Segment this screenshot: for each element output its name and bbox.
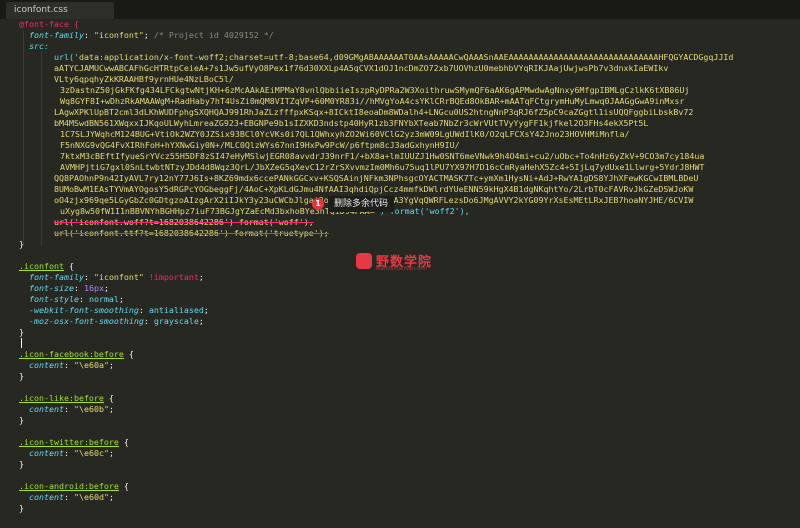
watermark-sub: MaiYouXueYuan.com bbox=[376, 266, 428, 272]
code-line: .icon-like:before { bbox=[19, 393, 114, 403]
code-line: -webkit-font-smoothing: antialiased; bbox=[29, 305, 209, 315]
code-line: content: "\e60a"; bbox=[29, 360, 114, 370]
code-line: .iconfont { bbox=[19, 261, 74, 271]
tab-iconfont-css[interactable]: iconfont.css bbox=[6, 2, 114, 19]
code-line: } bbox=[19, 503, 24, 513]
watermark-icon bbox=[356, 253, 372, 269]
tab-bar: iconfont.css bbox=[0, 0, 800, 19]
annotation-badge: 1 bbox=[312, 198, 324, 210]
code-line: 1C7SLJYWqhcM124BUG+VtiOk2WZY0JZSix93BCl0… bbox=[60, 129, 630, 139]
code-line: bM4MSwdBN561XWqxxIJKqoULWyhLmreaZG923+EB… bbox=[54, 118, 649, 128]
code-line: } bbox=[19, 239, 24, 249]
code-line: content: "\e60d"; bbox=[29, 492, 114, 502]
code-line: 7ktxM3cBEftIfyueSrYVcz55H5DF8zSI47eHyMSl… bbox=[60, 151, 705, 161]
code-line: 3zDastnZ50jGkFKfg434LFCkgtwNtjKH+6zMcAAk… bbox=[60, 85, 690, 95]
watermark-logo: 野数学院 MaiYouXueYuan.com bbox=[356, 251, 446, 275]
code-line: -moz-osx-font-smoothing: grayscale; bbox=[29, 316, 204, 326]
code-line: Wq8GYF8I+wDhzRkAMAAWgM+RadHaby7hT4UsZi0m… bbox=[60, 96, 685, 106]
code-line: } bbox=[19, 415, 24, 425]
code-line: aATYCJAMUCwwABCAFhGcHTRtpCeieA+7s1Jw5ufV… bbox=[54, 63, 669, 73]
code-line: @font-face { bbox=[19, 19, 79, 29]
code-line: AVMHPjtiG7gxl0SnLtwbtNTzyJDd4d8Wqz3QrL/J… bbox=[60, 162, 705, 172]
code-line: QQ8PAOhnP9n42IyAVL7ry12nY77J6Is+8KZ69mdx… bbox=[54, 173, 699, 183]
code-line: } bbox=[19, 459, 24, 469]
code-line: .icon-android:before { bbox=[19, 481, 129, 491]
code-line: uXyg8w50fW1I1nBBVNYhBGHHpz7iuF73BGJgYZaE… bbox=[60, 206, 470, 216]
code-line: content: "\e60c"; bbox=[29, 448, 114, 458]
code-line: 8UMoBwM1EAsTYVmAYOgosY5dRGPcYOGbeggFj/4A… bbox=[54, 184, 694, 194]
annotation-note: 删除多余代码 bbox=[328, 196, 395, 212]
code-line: LAgwXPKlUpBT2cml3dLKhWUDFphgSXQHQAJ991Rh… bbox=[54, 107, 694, 117]
tab-title: iconfont.css bbox=[14, 5, 68, 15]
indent-guide bbox=[41, 51, 42, 246]
text-cursor bbox=[21, 338, 22, 348]
code-line: font-family: "iconfont"; /* Project id 4… bbox=[29, 30, 274, 40]
deleted-code-line: url('iconfont.ttf?t=1682038642286') form… bbox=[54, 228, 329, 238]
indent-guide bbox=[23, 31, 24, 246]
code-line: VLty6qpqhyZkKRAAHBf9yrnHUe4NzLBoC5l/ bbox=[54, 74, 234, 84]
code-line: } bbox=[19, 371, 24, 381]
code-line: .icon-facebook:before { bbox=[19, 349, 134, 359]
code-line: src: bbox=[29, 41, 49, 51]
code-line: F5nNXG9vQG4FvXIRhFoH+hYXNwGiy0N+/MLC0Qlz… bbox=[60, 140, 460, 150]
code-line: } bbox=[19, 327, 24, 337]
code-line: .icon-twitter:before { bbox=[19, 437, 129, 447]
deleted-code-line: url('iconfont.woff?t=1682038642286') for… bbox=[54, 217, 314, 227]
code-line: font-style: normal; bbox=[29, 294, 124, 304]
code-line: font-family: "iconfont" !important; bbox=[29, 272, 204, 282]
code-line: content: "\e60b"; bbox=[29, 404, 114, 414]
code-line: font-size: 16px; bbox=[29, 283, 109, 293]
code-line: url('data:application/x-font-woff2;chars… bbox=[54, 52, 734, 62]
